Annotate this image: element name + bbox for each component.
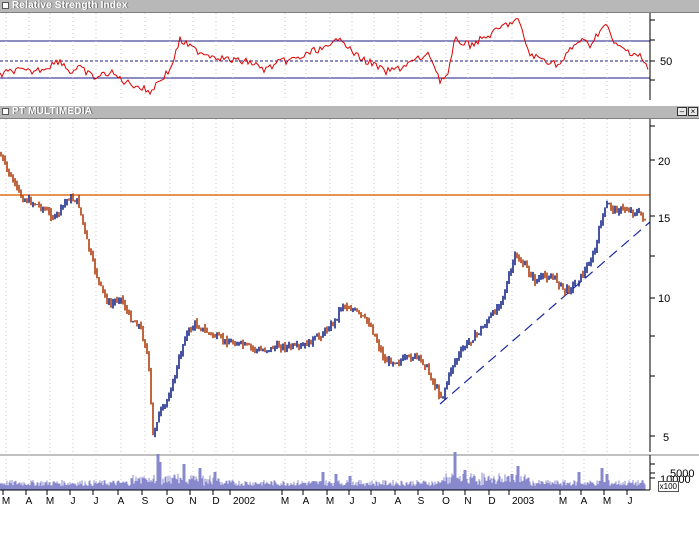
rsi-chart: 50 [0, 13, 672, 100]
x-axis-label: J [372, 496, 377, 507]
x-axis-label: M [46, 496, 54, 507]
rsi-gridlines [5, 13, 631, 100]
price-panel: PT MULTIMEDIA – × 20 15 10 5 [0, 106, 699, 452]
volume-bars [0, 452, 646, 490]
rsi-axis-label-50: 50 [660, 56, 672, 68]
price-axis-label-15: 15 [658, 213, 670, 225]
x-axis-label: A [395, 496, 402, 507]
x-axis-label: J [71, 496, 76, 507]
volume-panel: 10000 5000 M A M J J A S O N D 2002 M A M J J A S O N D 2003 M… [0, 452, 699, 536]
x-axis-label: 2002 [233, 496, 256, 507]
volume-axis-label-5000: 5000 [670, 468, 694, 480]
trend-line [439, 221, 651, 405]
volume-multiplier: x100 [657, 481, 679, 492]
rsi-panel: Relative Strength Index 50 [0, 0, 699, 100]
x-axis-label: M [281, 496, 289, 507]
x-axis-label: M [326, 496, 334, 507]
volume-chart: 10000 5000 M A M J J A S O N D 2002 M A M J J A S O N D 2003 M… [0, 452, 699, 507]
x-axis-label: M [2, 496, 10, 507]
price-gridlines [5, 119, 631, 452]
price-axis-label-5: 5 [663, 432, 669, 444]
x-axis-label: S [142, 496, 149, 507]
x-axis-label: 2003 [512, 496, 535, 507]
price-axis-label-10: 10 [658, 293, 670, 305]
x-axis-label: M [559, 496, 567, 507]
x-axis-label: O [442, 496, 450, 507]
x-axis-label: J [628, 496, 633, 507]
x-axis-label: S [418, 496, 425, 507]
x-axis-labels: M A M J J A S O N D 2002 M A M J J A S O N D 2003 M A M J [2, 490, 633, 507]
price-chart: 20 15 10 5 [0, 119, 670, 452]
x-axis-label: A [581, 496, 588, 507]
price-axis-label-20: 20 [658, 156, 670, 168]
x-axis-label: A [26, 496, 33, 507]
x-axis-label: O [166, 496, 174, 507]
x-axis-label: J [94, 496, 99, 507]
rsi-line [0, 18, 649, 96]
x-axis-label: N [189, 496, 196, 507]
x-axis-label: J [350, 496, 355, 507]
x-axis-label: A [303, 496, 310, 507]
x-axis-label: A [118, 496, 125, 507]
x-axis-label: D [488, 496, 495, 507]
x-axis-label: N [464, 496, 471, 507]
x-axis-label: M [603, 496, 611, 507]
x-axis-label: D [212, 496, 219, 507]
